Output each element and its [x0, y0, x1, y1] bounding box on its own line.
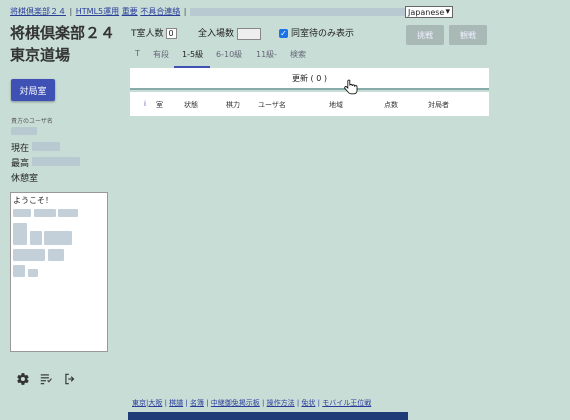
total-entries-value [237, 27, 262, 40]
tab-kyu-1-5[interactable]: 1-5級 [182, 49, 203, 60]
footer-link-tokyo[interactable]: 東京 [132, 399, 146, 407]
footer-link-roster[interactable]: 名簿 [190, 399, 204, 407]
same-room-checkbox[interactable]: ✓ [279, 29, 288, 38]
same-room-label: 同室待のみ表示 [291, 29, 355, 39]
blurred-message-line [58, 209, 79, 217]
footer-link-instructions[interactable]: 操作方法 [267, 399, 295, 407]
top-link-bug-report[interactable]: 不具合連絡 [140, 7, 180, 16]
refresh-bar[interactable]: 更新 ( 0 ) [130, 68, 489, 90]
blurred-message-line [47, 249, 64, 261]
column-points: 点数 [384, 101, 398, 109]
message-greeting: ようこそ！ [13, 196, 53, 205]
blurred-rating-max [32, 157, 80, 166]
footer-link-certificate[interactable]: 免状 [301, 399, 315, 407]
footer-banner[interactable] [128, 412, 408, 420]
blurred-message-line [13, 223, 27, 245]
site-title: 将棋倶楽部２４ 東京道場 [10, 22, 115, 66]
class-tabs: T 有段 1-5級 6-10級 11級- 検索 [135, 49, 335, 63]
tab-search[interactable]: 検索 [290, 49, 306, 60]
tab-dan[interactable]: 有段 [153, 49, 169, 60]
blurred-user-name [11, 127, 37, 135]
site-title-main: 将棋倶楽部２４ [10, 24, 116, 42]
same-room-filter[interactable]: ✓ 同室待のみ表示 [279, 26, 354, 39]
blurred-announcement [190, 7, 411, 16]
tab-t[interactable]: T [135, 49, 140, 58]
blurred-message-line [13, 249, 45, 261]
rating-max-label: 最高 [11, 159, 30, 169]
column-region: 地域 [329, 101, 343, 109]
blurred-message-line [13, 209, 31, 217]
blurred-message-line [13, 265, 25, 277]
footer-link-kifu[interactable]: 棋譜 [169, 399, 183, 407]
total-entries-label: 全入場数 [198, 29, 235, 39]
gear-icon[interactable] [16, 372, 30, 386]
rest-room-label: 休憩室 [11, 174, 39, 184]
footer-link-mobile-oui[interactable]: モバイル王位戦 [322, 399, 371, 407]
blurred-message-line [33, 209, 56, 217]
site-title-dojo: 東京道場 [10, 46, 71, 64]
t-room-count: T室人数 0 [131, 26, 177, 39]
message-box[interactable]: ようこそ！ [10, 192, 108, 352]
column-room: 室 [156, 101, 163, 109]
logout-icon[interactable] [63, 372, 77, 386]
column-strength: 棋力 [226, 101, 240, 109]
challenge-button[interactable]: 挑戦 [406, 25, 444, 45]
refresh-label: 更新 ( 0 ) [292, 73, 327, 83]
column-status: 状態 [184, 101, 198, 109]
blurred-message-line [27, 269, 38, 277]
t-room-label: T室人数 [131, 29, 164, 39]
tab-kyu-6-10[interactable]: 6-10級 [216, 49, 242, 60]
language-select-value: Japanese [408, 8, 445, 17]
top-link-important[interactable]: 重要 [122, 7, 138, 16]
total-entries: 全入場数 [198, 26, 262, 40]
column-opponent: 対局者 [428, 101, 449, 109]
language-select[interactable]: Japanese [405, 6, 453, 18]
top-links: 将棋倶楽部２４ | HTML5運用 重要 不具合連絡 | [10, 6, 411, 17]
column-info: i [144, 100, 146, 108]
t-room-count-value: 0 [165, 28, 177, 39]
blurred-message-line [29, 231, 42, 245]
footer-links: 東京|大阪 | 棋譜 | 名簿 | 中継御免掲示板 | 操作方法 | 免状 | … [132, 399, 372, 407]
watch-button[interactable]: 観戦 [449, 25, 487, 45]
tab-kyu-11-plus[interactable]: 11級- [256, 49, 277, 60]
top-link-html5[interactable]: HTML5運用 [76, 7, 119, 16]
player-table: i 室 状態 棋力 ユーザ名 地域 点数 対局者 [130, 92, 489, 116]
blurred-rating-current [32, 142, 60, 151]
footer-link-relay-board[interactable]: 中継御免掲示板 [211, 399, 260, 407]
list-icon[interactable] [39, 372, 53, 386]
rating-current-label: 現在 [11, 144, 30, 154]
pointer-hand-cursor-icon [344, 79, 358, 95]
game-room-button[interactable]: 対局室 [11, 79, 55, 101]
footer-link-osaka[interactable]: 大阪 [148, 399, 162, 407]
blurred-message-line [44, 231, 73, 245]
column-user-name: ユーザ名 [258, 101, 286, 109]
top-link-shogi-club[interactable]: 将棋倶楽部２４ [10, 7, 66, 16]
user-name-label: 貴方のユーザ名 [11, 118, 53, 125]
